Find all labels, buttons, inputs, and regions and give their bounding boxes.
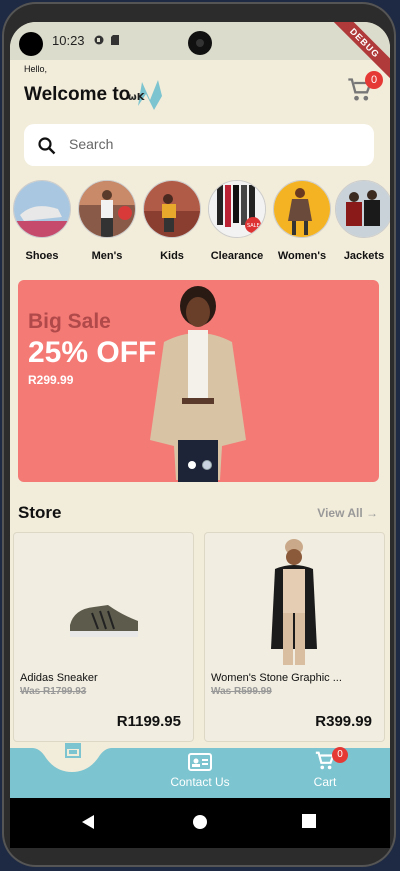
svg-text:SALE: SALE [247,223,260,229]
banner-model-image [150,286,246,482]
category-label: Kids [160,250,184,262]
carousel-dot-active[interactable] [203,461,211,469]
product-image [271,539,317,665]
category-womens[interactable]: Women's [270,180,334,262]
product-price: R1199.95 [116,713,181,730]
category-image [273,180,331,238]
category-label: Men's [91,250,123,262]
category-label: Women's [277,250,327,262]
product-name: Women's Stone Graphic ... [211,672,342,684]
arrow-right-icon: → [366,506,378,520]
category-image: SALE [208,180,266,238]
store-icon[interactable] [64,742,82,758]
app-screen: 10:23 DEBUG Hello, Welcome to ωK 0 Searc… [10,22,390,848]
product-name: Adidas Sneaker [20,672,98,684]
category-label: Shoes [25,250,59,262]
category-shoes[interactable]: Shoes [10,180,74,262]
nav-contact-label: Contact Us [170,775,230,789]
recents-icon[interactable] [302,814,316,828]
nav-cart-label: Cart [313,775,337,789]
view-all-link[interactable]: View All → [317,506,378,520]
camera-punch-hole [188,31,212,55]
search-icon [38,137,56,155]
category-image [78,180,136,238]
nav-contact-us[interactable]: Contact Us [160,752,240,789]
search-bar[interactable]: Search [24,124,374,166]
status-bar: 10:23 DEBUG [10,22,390,80]
promo-banner[interactable]: Big Sale 25% OFF R299.99 [18,280,379,482]
category-mens[interactable]: Men's [75,180,139,262]
debug-banner: DEBUG [328,22,390,80]
product-card[interactable]: Women's Stone Graphic ... Was R599.99 R3… [204,532,385,742]
front-camera [19,32,43,56]
carousel-dot[interactable] [188,461,196,469]
store-title: Store [18,503,62,522]
product-image [70,605,138,637]
contact-card-icon [188,753,212,771]
welcome-title: Welcome to [24,84,131,105]
category-label: Jackets [343,250,385,262]
category-jackets[interactable]: Jackets [332,180,390,262]
product-price: R399.99 [315,713,372,730]
sd-card-icon [111,35,119,45]
svg-text:ωK: ωK [128,92,146,103]
banner-title: Big Sale [28,310,111,333]
system-navigation-bar [10,798,390,848]
category-label: Clearance [210,250,264,262]
product-card[interactable]: Adidas Sneaker Was R1799.93 R1199.95 [13,532,194,742]
home-icon[interactable] [192,814,208,830]
category-image [143,180,201,238]
greeting-text: Hello, [24,64,48,74]
category-list: Shoes Men's Kids SALE Clearance Women's [10,180,390,270]
cart-count-badge: 0 [332,747,348,763]
brand-logo: ωK [128,80,162,110]
category-kids[interactable]: Kids [140,180,204,262]
cart-count-badge: 0 [365,71,383,89]
banner-price: R299.99 [28,373,74,387]
product-was-price: Was R1799.93 [20,686,87,697]
notification-icon [94,35,104,45]
category-image [13,180,71,238]
back-icon[interactable] [80,814,96,830]
status-time: 10:23 [52,33,85,48]
category-image [335,180,390,238]
device-frame: 10:23 DEBUG Hello, Welcome to ωK 0 Searc… [2,2,396,867]
category-clearance[interactable]: SALE Clearance [205,180,269,262]
product-was-price: Was R599.99 [211,686,272,697]
banner-discount: 25% OFF [28,336,157,369]
search-input[interactable]: Search [69,136,113,152]
